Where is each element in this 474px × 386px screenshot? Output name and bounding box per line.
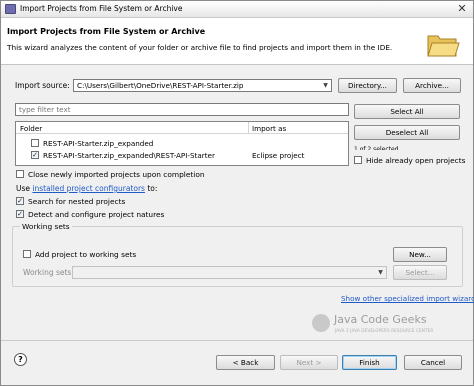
working-sets-title: Working sets xyxy=(20,222,72,231)
archive-button[interactable]: Archive... xyxy=(403,78,461,93)
help-icon[interactable]: ? xyxy=(14,353,27,366)
projects-table: Folder Import as REST-API-Starter.zip_ex… xyxy=(15,121,349,166)
footer-separator xyxy=(1,340,473,341)
use-prefix: Use xyxy=(16,184,31,193)
selection-count: 1 of 2 selected xyxy=(354,146,399,150)
import-wizard-window: Import Projects from File System or Arch… xyxy=(0,0,474,386)
new-working-set-button[interactable]: New... xyxy=(393,247,447,262)
watermark-subtitle: JAVA 2 JAVA DEVELOPERS RESOURCE CENTER xyxy=(335,328,434,333)
close-newly-imported-checkbox[interactable] xyxy=(16,170,24,178)
column-header-folder[interactable]: Folder xyxy=(20,124,42,133)
search-nested-checkbox[interactable]: ✓ xyxy=(16,197,24,205)
detect-configure-checkbox[interactable]: ✓ xyxy=(16,210,24,218)
row-folder: REST-API-Starter.zip_expanded\REST-API-S… xyxy=(43,151,215,160)
chevron-down-icon[interactable]: ▼ xyxy=(375,267,386,278)
cancel-button[interactable]: Cancel xyxy=(404,355,462,370)
finish-button[interactable]: Finish xyxy=(342,355,397,370)
working-sets-combo[interactable]: ▼ xyxy=(72,266,387,279)
table-header: Folder Import as xyxy=(16,122,348,134)
configurators-line: Use installed project configurators to: xyxy=(16,184,157,193)
watermark-text: Java Code Geeks xyxy=(334,313,427,326)
deselect-all-button[interactable]: Deselect All xyxy=(354,125,460,140)
table-row[interactable]: ✓ REST-API-Starter.zip_expanded\REST-API… xyxy=(16,150,348,161)
close-icon[interactable]: ✕ xyxy=(455,2,469,16)
row-import-as: Eclipse project xyxy=(252,151,305,160)
eclipse-app-icon xyxy=(5,4,16,14)
hide-open-projects-label: Hide already open projects xyxy=(366,156,466,165)
import-source-label: Import source: xyxy=(15,81,70,90)
chevron-down-icon[interactable]: ▼ xyxy=(320,80,331,91)
hide-open-projects-checkbox[interactable] xyxy=(354,156,362,164)
add-to-working-sets-checkbox[interactable] xyxy=(23,250,31,258)
search-nested-label: Search for nested projects xyxy=(28,197,126,206)
open-folder-icon xyxy=(427,35,460,57)
close-newly-imported-label: Close newly imported projects upon compl… xyxy=(28,170,205,179)
add-to-working-sets-label: Add project to working sets xyxy=(35,250,137,259)
directory-button[interactable]: Directory... xyxy=(338,78,397,93)
page-title: Import Projects from File System or Arch… xyxy=(7,27,206,36)
row-checkbox[interactable]: ✓ xyxy=(31,151,39,159)
back-button[interactable]: < Back xyxy=(216,355,275,370)
row-checkbox[interactable] xyxy=(31,139,39,147)
import-source-combo[interactable]: C:\Users\Gilbert\OneDrive\REST-API-Start… xyxy=(73,79,332,92)
project-configurators-link[interactable]: installed project configurators xyxy=(32,184,145,193)
select-working-sets-button[interactable]: Select... xyxy=(393,265,447,280)
column-header-import-as[interactable]: Import as xyxy=(252,124,286,133)
jcg-logo-icon xyxy=(312,314,330,332)
working-sets-label: Working sets: xyxy=(23,268,74,277)
show-other-wizards-link[interactable]: Show other specialized import wizards xyxy=(341,294,474,303)
row-folder: REST-API-Starter.zip_expanded xyxy=(43,139,154,148)
window-title: Import Projects from File System or Arch… xyxy=(20,4,183,13)
column-separator xyxy=(248,122,249,134)
title-bar: Import Projects from File System or Arch… xyxy=(1,1,473,18)
use-suffix: to: xyxy=(147,184,158,193)
select-all-button[interactable]: Select All xyxy=(354,104,460,119)
detect-configure-label: Detect and configure project natures xyxy=(28,210,165,219)
filter-input[interactable]: type filter text xyxy=(15,103,349,116)
table-row[interactable]: REST-API-Starter.zip_expanded xyxy=(16,138,348,149)
import-source-value: C:\Users\Gilbert\OneDrive\REST-API-Start… xyxy=(77,81,244,90)
next-button[interactable]: Next > xyxy=(280,355,338,370)
wizard-header: Import Projects from File System or Arch… xyxy=(1,18,473,65)
page-description: This wizard analyzes the content of your… xyxy=(7,43,393,52)
